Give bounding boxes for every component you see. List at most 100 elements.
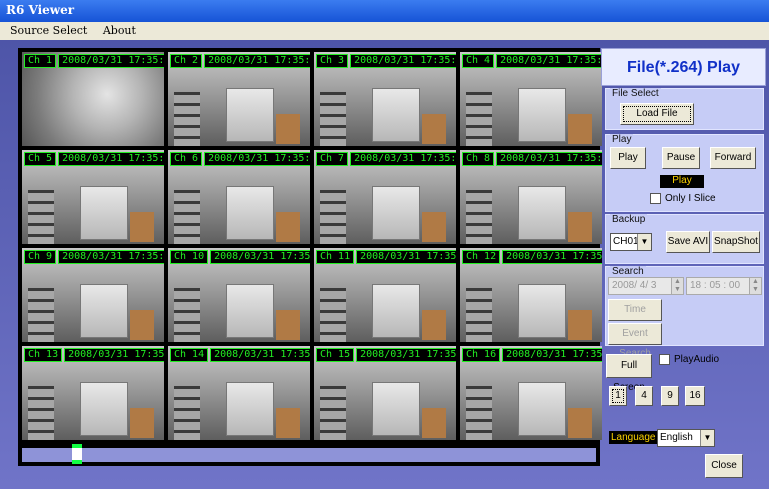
channel-view[interactable]: Ch 62008/03/31 17:35:23 [168, 150, 310, 244]
channel-label: Ch 6 [170, 152, 203, 166]
full-screen-button[interactable]: Full Screen [606, 354, 652, 393]
camera-feed [168, 164, 310, 244]
box-graphic [276, 114, 300, 144]
date-spin-icon[interactable]: ▲ ▼ [671, 278, 683, 294]
channel-view[interactable]: Ch 42008/03/31 17:35:22 [460, 52, 602, 146]
machine-graphic [80, 382, 128, 436]
search-time-field[interactable]: 18 : 05 : 00 ▲ ▼ [686, 277, 762, 295]
play-audio-checkbox[interactable]: PlayAudio [659, 354, 719, 365]
channel-timestamp: 2008/03/31 17:35:22 [58, 250, 164, 264]
box-graphic [422, 408, 446, 438]
channel-timestamp: 2008/03/31 17:35:22 [502, 348, 602, 362]
time-spin-icon[interactable]: ▲ ▼ [749, 278, 761, 294]
layout-9-button[interactable]: 9 [661, 386, 679, 406]
file-select-label: File Select [610, 88, 661, 99]
machine-graphic [372, 284, 420, 338]
machine-graphic [518, 186, 566, 240]
channel-timestamp: 2008/03/31 17:35:23 [350, 152, 456, 166]
forward-button[interactable]: Forward [710, 147, 756, 169]
shelf-graphic [28, 386, 54, 440]
layout-1-button[interactable]: 1 [609, 386, 627, 406]
only-i-slice-checkbox[interactable]: Only I Slice [650, 193, 716, 204]
channel-view[interactable]: Ch 72008/03/31 17:35:23 [314, 150, 456, 244]
channel-timestamp: 2008/03/31 17:35:22 [58, 54, 164, 68]
time-search-button[interactable]: Time Search [608, 299, 662, 335]
menu-about[interactable]: About [103, 24, 136, 37]
channel-view[interactable]: Ch 22008/03/31 17:35:22 [168, 52, 310, 146]
machine-graphic [518, 88, 566, 142]
machine-graphic [226, 186, 274, 240]
chevron-down-icon[interactable]: ▼ [700, 430, 714, 446]
channel-view[interactable]: Ch 132008/03/31 17:35:22 [22, 346, 164, 440]
play-audio-box[interactable] [659, 354, 670, 365]
box-graphic [130, 212, 154, 242]
backup-channel-select[interactable]: CH01 ▼ [610, 233, 652, 251]
box-graphic [276, 310, 300, 340]
box-graphic [568, 212, 592, 242]
timeline-thumb[interactable] [72, 444, 82, 464]
channel-view[interactable]: Ch 52008/03/31 17:35:23 [22, 150, 164, 244]
layout-16-button[interactable]: 16 [685, 386, 705, 406]
channel-label: Ch 9 [24, 250, 57, 264]
search-date-field[interactable]: 2008/ 4/ 3 ▲ ▼ [608, 277, 684, 295]
box-graphic [422, 310, 446, 340]
snapshot-button[interactable]: SnapShot [712, 231, 760, 253]
channel-view[interactable]: Ch 82008/03/31 17:35:23 [460, 150, 602, 244]
channel-overlay: Ch 72008/03/31 17:35:23 [316, 152, 456, 166]
channel-view[interactable]: Ch 102008/03/31 17:35:22 [168, 248, 310, 342]
channel-timestamp: 2008/03/31 17:35:22 [496, 54, 602, 68]
camera-feed [460, 262, 602, 342]
channel-timestamp: 2008/03/31 17:35:23 [58, 152, 164, 166]
chevron-down-icon[interactable]: ▼ [637, 234, 651, 250]
timeline-track[interactable] [22, 448, 596, 462]
channel-view[interactable]: Ch 162008/03/31 17:35:22 [460, 346, 602, 440]
shelf-graphic [28, 288, 54, 342]
channel-view[interactable]: Ch 122008/03/31 17:35:22 [460, 248, 602, 342]
machine-graphic [80, 284, 128, 338]
channel-view[interactable]: Ch 12008/03/31 17:35:22 [22, 52, 164, 146]
channel-view[interactable]: Ch 112008/03/31 17:35:22 [314, 248, 456, 342]
shelf-graphic [174, 190, 200, 244]
shelf-graphic [466, 386, 492, 440]
shelf-graphic [174, 288, 200, 342]
channel-timestamp: 2008/03/31 17:35:22 [356, 250, 456, 264]
close-button[interactable]: Close [705, 454, 743, 478]
event-search-button[interactable]: Event Search [608, 323, 662, 359]
camera-feed [314, 164, 456, 244]
machine-graphic [226, 88, 274, 142]
channel-overlay: Ch 22008/03/31 17:35:22 [170, 54, 310, 68]
camera-feed [22, 66, 164, 146]
channel-overlay: Ch 12008/03/31 17:35:22 [24, 54, 164, 68]
channel-label: Ch 11 [316, 250, 355, 264]
layout-4-button[interactable]: 4 [635, 386, 653, 406]
title-bar[interactable]: R6 Viewer [0, 0, 769, 22]
channel-timestamp: 2008/03/31 17:35:22 [356, 348, 456, 362]
box-graphic [422, 114, 446, 144]
channel-view[interactable]: Ch 92008/03/31 17:35:22 [22, 248, 164, 342]
menu-source-select[interactable]: Source Select [10, 24, 87, 37]
channel-timestamp: 2008/03/31 17:35:23 [496, 152, 602, 166]
search-time-value: 18 : 05 : 00 [690, 280, 741, 291]
channel-timestamp: 2008/03/31 17:35:23 [204, 152, 310, 166]
channel-overlay: Ch 152008/03/31 17:35:22 [316, 348, 456, 362]
camera-feed [22, 262, 164, 342]
play-button[interactable]: Play [610, 147, 646, 169]
channel-view[interactable]: Ch 142008/03/31 17:35:22 [168, 346, 310, 440]
channel-view[interactable]: Ch 32008/03/31 17:35:22 [314, 52, 456, 146]
camera-feed [460, 66, 602, 146]
save-avi-button[interactable]: Save AVI [666, 231, 710, 253]
playback-timeline[interactable] [18, 440, 600, 466]
pause-button[interactable]: Pause [662, 147, 700, 169]
channel-label: Ch 3 [316, 54, 349, 68]
menu-bar: Source Select About [0, 22, 769, 40]
language-value: English [660, 432, 693, 443]
channel-view[interactable]: Ch 152008/03/31 17:35:22 [314, 346, 456, 440]
box-graphic [276, 212, 300, 242]
language-label: Language [609, 431, 658, 444]
control-panel: File(*.264) Play File Select Load File P… [601, 48, 766, 488]
language-select[interactable]: English ▼ [657, 429, 715, 447]
only-i-slice-box[interactable] [650, 193, 661, 204]
load-file-button[interactable]: Load File [620, 103, 694, 125]
camera-feed [314, 360, 456, 440]
machine-graphic [372, 88, 420, 142]
